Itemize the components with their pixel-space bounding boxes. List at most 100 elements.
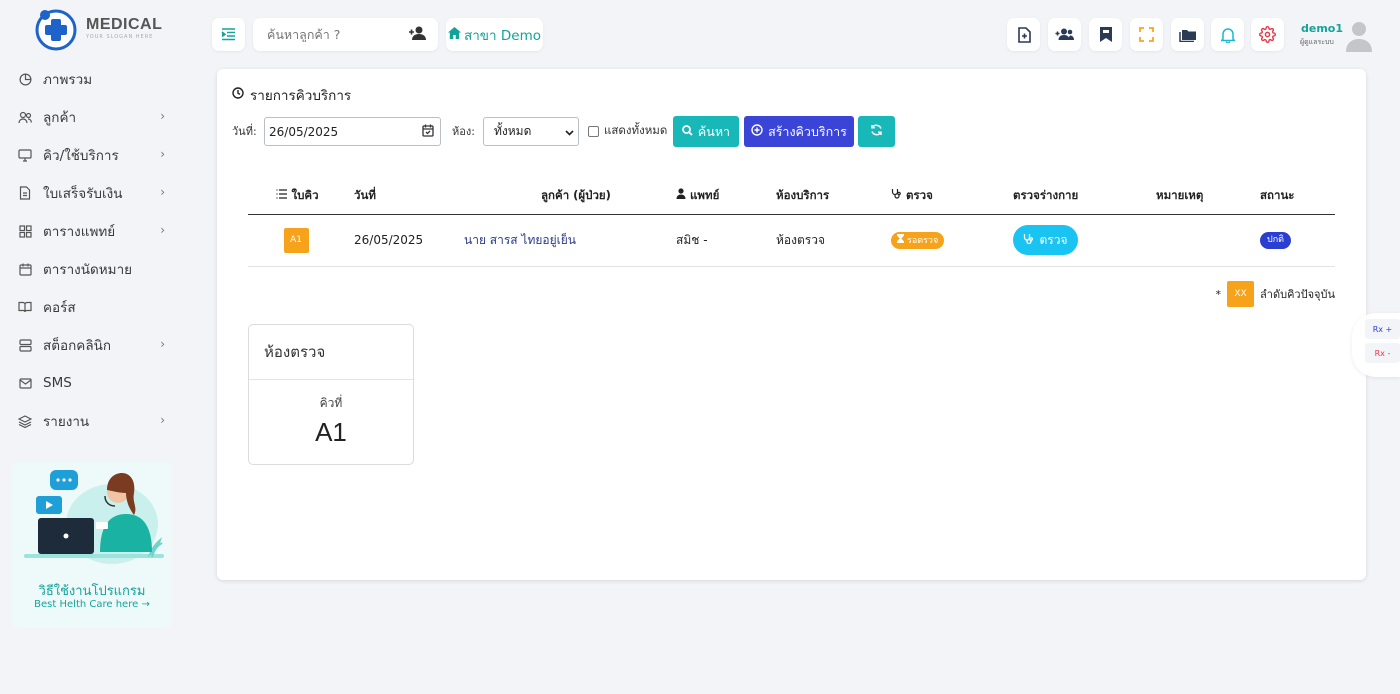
show-all-label: แสดงทั้งหมด: [604, 123, 668, 137]
sidebar-toggle-button[interactable]: [212, 18, 245, 51]
sidebar-item-customers[interactable]: ลูกค้า ›: [0, 98, 190, 136]
sidebar-item-queue[interactable]: คิว/ใช้บริการ ›: [0, 136, 190, 174]
chevron-right-icon: ›: [160, 109, 165, 123]
avatar: [1345, 20, 1373, 56]
page-title-text: รายการคิวบริการ: [250, 88, 352, 104]
sidebar-item-overview[interactable]: ภาพรวม: [0, 60, 190, 98]
queue-badge[interactable]: A1: [283, 227, 309, 253]
show-all-checkbox[interactable]: แสดงทั้งหมด: [588, 122, 667, 140]
users-plus-icon: [1055, 28, 1074, 40]
arrow-right-icon: →: [141, 599, 150, 610]
plus-circle-icon: [751, 124, 763, 139]
pie-chart-icon: [18, 72, 32, 86]
file-plus-icon: [1017, 26, 1031, 43]
add-user-icon[interactable]: [408, 26, 427, 45]
checkbox-box[interactable]: [588, 125, 599, 137]
doctor-icon: [676, 188, 686, 202]
stethoscope-icon: [891, 188, 902, 202]
sidebar-item-label: ตารางแพทย์: [43, 224, 116, 240]
legend-label: ลำดับคิวปัจจุบัน: [1260, 288, 1335, 301]
room-card-title: ห้องตรวจ: [249, 325, 413, 380]
sidebar-item-doctor-schedule[interactable]: ตารางแพทย์ ›: [0, 212, 190, 250]
calendar-icon: [18, 262, 32, 276]
sidebar-item-stock[interactable]: สต็อกคลินิก ›: [0, 326, 190, 364]
customer-name[interactable]: นาย สารส ไทยอยู่เย็น: [455, 214, 676, 267]
monitor-icon: [18, 148, 32, 162]
date-field[interactable]: 26/05/2025: [264, 117, 441, 146]
add-staff-button[interactable]: [1048, 18, 1081, 51]
sidebar-item-appointments[interactable]: ตารางนัดหมาย: [0, 250, 190, 288]
new-document-button[interactable]: [1007, 18, 1040, 51]
users-icon: [18, 110, 32, 124]
document-icon: [18, 186, 32, 200]
physical-exam-button[interactable]: ตรวจ: [1013, 225, 1078, 255]
list-icon: [276, 188, 288, 202]
queue-table: ใบคิว วันที่ ลูกค้า (ผู้ป่วย) แพทย์ ห้อง…: [248, 178, 1335, 267]
folders-button[interactable]: [1171, 18, 1204, 51]
clock-icon: [232, 87, 244, 103]
folders-icon: [1178, 29, 1196, 42]
calendar-icon[interactable]: [422, 124, 434, 140]
table-header-row: ใบคิว วันที่ ลูกค้า (ผู้ป่วย) แพทย์ ห้อง…: [248, 178, 1335, 215]
sidebar-item-sms[interactable]: SMS: [0, 364, 190, 402]
create-queue-button[interactable]: สร้างคิวบริการ: [744, 116, 854, 147]
home-icon: [447, 26, 461, 43]
sidebar-item-label: คิว/ใช้บริการ: [43, 148, 119, 164]
increase-button[interactable]: Rx +: [1365, 319, 1400, 339]
queue-panel: รายการคิวบริการ วันที่: 26/05/2025 ห้อง:…: [217, 69, 1366, 580]
notifications-button[interactable]: [1211, 18, 1244, 51]
table-row[interactable]: A1 26/05/2025 นาย สารส ไทยอยู่เย็น สมิช …: [248, 214, 1335, 267]
room-card[interactable]: ห้องตรวจ คิวที่ A1: [248, 324, 414, 465]
user-menu[interactable]: demo1 ผู้ดูแลระบบ: [1290, 18, 1390, 58]
bell-icon: [1220, 27, 1235, 43]
expand-icon: [1139, 27, 1154, 42]
server-icon: [18, 338, 32, 352]
refresh-button[interactable]: [858, 116, 895, 147]
bookmark-icon: [1099, 27, 1112, 42]
current-queue-legend: * XX ลำดับคิวปัจจุบัน: [1216, 281, 1335, 307]
logo[interactable]: MEDICAL YOUR SLOGAN HERE: [32, 5, 162, 51]
search-icon: [682, 124, 693, 139]
chevron-right-icon: ›: [160, 185, 165, 199]
help-subtitle[interactable]: Best Helth Care here →: [12, 599, 172, 610]
sidebar-item-label: รายงาน: [43, 414, 90, 430]
help-card[interactable]: วิธีใช้งานโปรแกรม Best Helth Care here →: [12, 462, 172, 628]
chevron-right-icon: ›: [160, 337, 165, 351]
sidebar-item-label: ลูกค้า: [43, 110, 77, 126]
logo-slogan: YOUR SLOGAN HERE: [86, 34, 154, 40]
column-header: วันที่: [339, 178, 455, 215]
gear-icon: [1259, 26, 1276, 43]
save-button[interactable]: [1089, 18, 1122, 51]
page-title: รายการคิวบริการ: [232, 84, 351, 106]
sidebar-item-receipts[interactable]: ใบเสร็จรับเงิน ›: [0, 174, 190, 212]
indent-list-icon: [221, 28, 235, 41]
decrease-button[interactable]: Rx -: [1365, 343, 1400, 363]
user-role: ผู้ดูแลระบบ: [1300, 38, 1334, 46]
date-label: วันที่:: [232, 125, 257, 138]
legend-prefix: *: [1215, 287, 1222, 301]
sidebar-item-courses[interactable]: คอร์ส: [0, 288, 190, 326]
customer-search: [253, 18, 438, 51]
column-header: สถานะ: [1260, 178, 1335, 215]
chevron-down-icon: [565, 126, 574, 140]
user-name: demo1: [1301, 22, 1344, 35]
room-selected-value: ทั้งหมด: [494, 124, 532, 138]
column-header: ลูกค้า (ผู้ป่วย): [455, 178, 676, 215]
legend-badge: XX: [1227, 281, 1255, 307]
sidebar-item-label: SMS: [43, 375, 72, 391]
sidebar-item-reports[interactable]: รายงาน ›: [0, 402, 190, 440]
branch-button[interactable]: สาขา Demo: [446, 18, 543, 51]
search-button[interactable]: ค้นหา: [673, 116, 739, 147]
grid-icon: [18, 224, 32, 238]
column-header: ตรวจ: [891, 178, 1013, 215]
room-select[interactable]: ทั้งหมด: [483, 117, 579, 146]
settings-button[interactable]: [1251, 18, 1284, 51]
customer-search-input[interactable]: [267, 27, 402, 42]
fullscreen-button[interactable]: [1130, 18, 1163, 51]
queue-date: 26/05/2025: [339, 214, 455, 267]
floating-toolbar: Rx + Rx -: [1352, 313, 1400, 377]
date-value: 26/05/2025: [269, 124, 339, 139]
room-card-label: คิวที่: [319, 396, 343, 410]
sidebar-item-label: ตารางนัดหมาย: [43, 262, 133, 278]
sidebar-item-label: ภาพรวม: [43, 72, 93, 88]
